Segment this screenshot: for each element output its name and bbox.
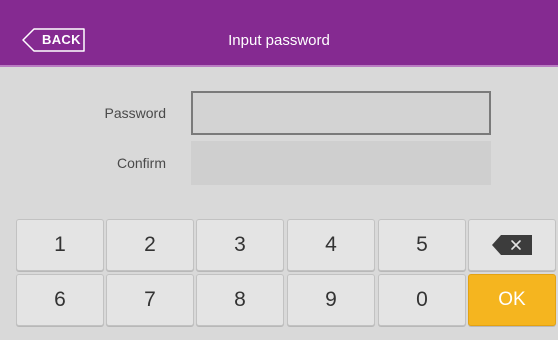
key-1[interactable]: 1	[16, 219, 104, 271]
password-field[interactable]	[191, 91, 491, 135]
key-0[interactable]: 0	[378, 274, 466, 326]
key-4[interactable]: 4	[287, 219, 375, 271]
backspace-button[interactable]	[468, 219, 556, 271]
confirm-field[interactable]	[191, 141, 491, 185]
password-label: Password	[104, 105, 166, 121]
key-7[interactable]: 7	[106, 274, 194, 326]
ok-button[interactable]: OK	[468, 274, 556, 326]
backspace-icon	[492, 235, 532, 255]
key-2[interactable]: 2	[106, 219, 194, 271]
header-bar: BACK Input password	[0, 0, 558, 67]
key-6[interactable]: 6	[16, 274, 104, 326]
page-title: Input password	[228, 32, 330, 49]
key-9[interactable]: 9	[287, 274, 375, 326]
key-3[interactable]: 3	[196, 219, 284, 271]
key-8[interactable]: 8	[196, 274, 284, 326]
key-5[interactable]: 5	[378, 219, 466, 271]
confirm-label: Confirm	[116, 155, 166, 171]
